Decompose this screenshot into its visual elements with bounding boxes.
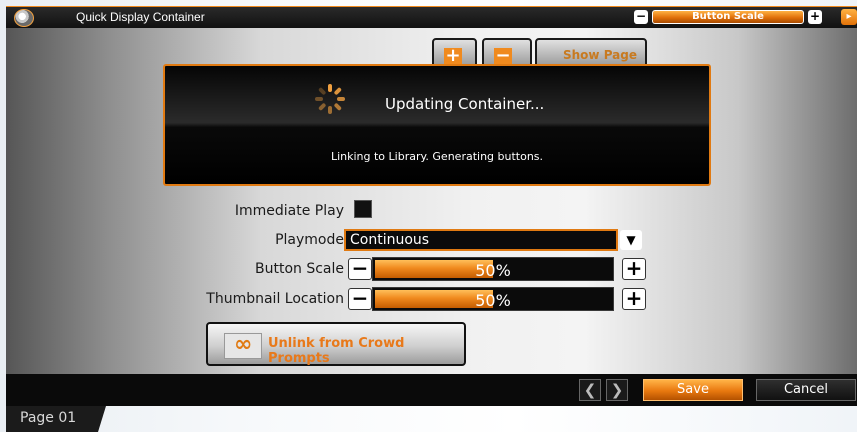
button-scale-value: 50% <box>475 261 511 280</box>
header-scale-plus-button[interactable]: + <box>808 10 822 24</box>
playmode-select[interactable]: Continuous <box>344 229 618 251</box>
previous-button[interactable]: ❮ <box>579 379 601 401</box>
remove-page-icon: − <box>494 45 512 66</box>
spinner-icon <box>315 84 345 114</box>
thumbnail-location-label: Thumbnail Location <box>206 291 344 307</box>
button-scale-slider[interactable]: 50% <box>372 257 614 281</box>
immediate-play-label: Immediate Play <box>234 203 344 219</box>
thumbnail-location-slider[interactable]: 50% <box>372 287 614 311</box>
bottom-bar: ❮ ❯ Save Cancel <box>6 374 857 406</box>
header-scale-slider[interactable]: Button Scale <box>652 10 804 24</box>
window-title: Quick Display Container <box>76 10 205 24</box>
window-menu-button[interactable]: ▸ <box>841 9 857 25</box>
show-page-label: Show Page <box>563 48 637 62</box>
button-scale-plus-button[interactable]: + <box>622 258 646 280</box>
immediate-play-checkbox[interactable] <box>354 200 372 218</box>
next-button[interactable]: ❯ <box>606 379 628 401</box>
app-icon[interactable] <box>14 9 34 27</box>
unlink-crowd-prompts-button[interactable]: Unlink from Crowd Prompts <box>206 322 466 366</box>
page-tab[interactable]: Page 01 <box>6 406 106 432</box>
thumbnail-location-value: 50% <box>475 291 511 310</box>
link-icon <box>224 332 262 359</box>
chevron-down-icon[interactable]: ▼ <box>620 230 642 250</box>
save-button[interactable]: Save <box>643 379 743 401</box>
playmode-label: Playmode <box>275 232 344 248</box>
header-scale-minus-button[interactable]: − <box>634 10 648 24</box>
thumbnail-location-plus-button[interactable]: + <box>622 288 646 310</box>
add-page-icon: + <box>444 45 462 66</box>
dialog-message: Linking to Library. Generating buttons. <box>330 150 544 163</box>
cancel-button[interactable]: Cancel <box>756 379 856 401</box>
updating-dialog: Updating Container... Linking to Library… <box>163 64 711 186</box>
button-scale-label: Button Scale <box>254 261 344 277</box>
dialog-title: Updating Container... <box>385 95 545 113</box>
unlink-label: Unlink from Crowd Prompts <box>268 336 405 366</box>
button-scale-minus-button[interactable]: − <box>348 258 372 280</box>
thumbnail-location-minus-button[interactable]: − <box>348 288 372 310</box>
title-bar: Quick Display Container − Button Scale +… <box>6 6 857 29</box>
